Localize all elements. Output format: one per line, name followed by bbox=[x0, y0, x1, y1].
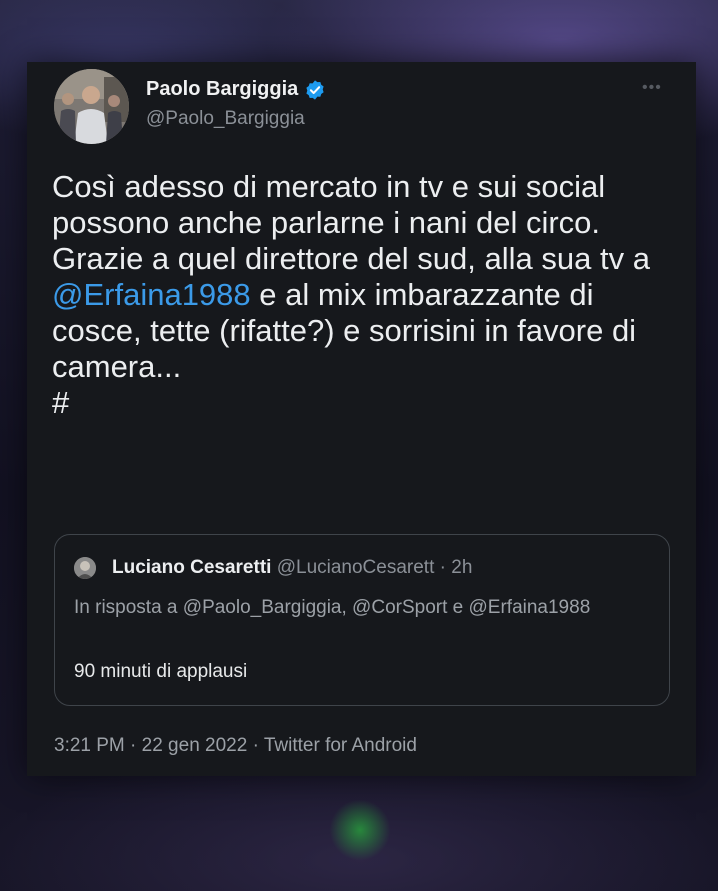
author-avatar[interactable] bbox=[54, 69, 129, 144]
more-horizontal-icon[interactable]: ••• bbox=[642, 79, 662, 97]
author-name-row: Paolo Bargiggia bbox=[146, 78, 326, 101]
quoted-in-reply-to: In risposta a @Paolo_Bargiggia, @CorSpor… bbox=[74, 597, 591, 618]
tweet-text: Così adesso di mercato in tv e sui socia… bbox=[52, 169, 652, 421]
tweet-text-part-1: Così adesso di mercato in tv e sui socia… bbox=[52, 169, 650, 276]
quoted-tweet-text: 90 minuti di applausi bbox=[74, 661, 248, 682]
author-handle[interactable]: @Paolo_Bargiggia bbox=[146, 108, 305, 130]
quoted-author-avatar bbox=[74, 557, 96, 579]
quoted-author-handle-time: @LucianoCesarett · 2h bbox=[276, 557, 473, 578]
quoted-author-name[interactable]: Luciano Cesaretti bbox=[112, 557, 271, 578]
verified-badge-icon bbox=[306, 79, 324, 100]
author-name[interactable]: Paolo Bargiggia bbox=[146, 78, 298, 101]
mention-link[interactable]: @Erfaina1988 bbox=[52, 277, 251, 312]
hashtag-link[interactable]: # bbox=[52, 385, 69, 420]
tweet-timestamp[interactable]: 3:21 PM · 22 gen 2022 · Twitter for Andr… bbox=[54, 735, 417, 757]
quoted-tweet-header: Luciano Cesaretti @LucianoCesarett · 2h bbox=[112, 557, 472, 579]
